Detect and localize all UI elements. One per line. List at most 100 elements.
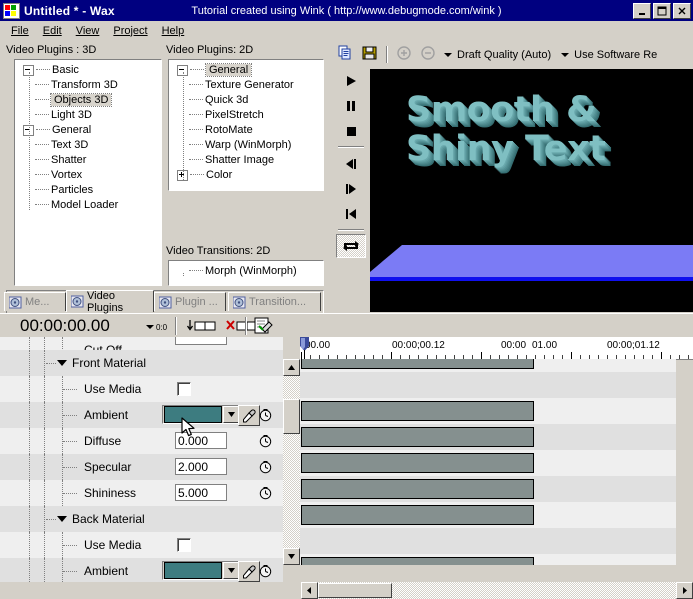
timecode-dropdown-caret-icon[interactable] <box>146 325 154 329</box>
track-back-use-media[interactable] <box>300 554 676 565</box>
tree-3d-item[interactable]: Light 3D <box>15 108 161 123</box>
insert-track-button[interactable] <box>186 317 220 335</box>
quality-dropdown-caret-icon[interactable] <box>444 52 452 57</box>
loop-toggle-button[interactable] <box>336 234 366 258</box>
tree-2d-item[interactable]: Shatter Image <box>169 153 323 168</box>
track-front-material[interactable] <box>300 372 676 398</box>
track-front-shininess[interactable] <box>300 502 676 528</box>
next-frame-button[interactable] <box>334 176 368 201</box>
prop-text-input[interactable]: 5.000 <box>175 484 227 501</box>
timeline-clip[interactable] <box>301 479 534 499</box>
stop-button[interactable] <box>334 118 368 143</box>
zoom-in-button[interactable] <box>392 43 416 66</box>
timeline-clip[interactable] <box>301 453 534 473</box>
tab-transitions[interactable]: Transition... <box>228 292 321 311</box>
prop-checkbox[interactable] <box>177 538 191 552</box>
eyedropper-button[interactable] <box>238 405 260 426</box>
tree-2d-item[interactable]: General <box>169 63 323 78</box>
tree-2d-item[interactable]: PixelStretch <box>169 108 323 123</box>
prop-text-input[interactable]: 0.000 <box>175 432 227 449</box>
playhead-marker[interactable] <box>300 337 311 359</box>
property-grid[interactable]: Cut Off Front Material Use Media Ambient Dif… <box>0 337 284 582</box>
tab-media[interactable]: Me... <box>4 292 66 311</box>
keyframe-stopwatch-button[interactable] <box>258 563 273 578</box>
menu-help[interactable]: Help <box>155 23 192 39</box>
tree-3d-item[interactable]: Basic <box>15 63 161 78</box>
tree-2d-item[interactable]: Color <box>169 168 323 183</box>
menu-view[interactable]: View <box>69 23 107 39</box>
track-properties-button[interactable] <box>254 317 274 335</box>
video-preview-area[interactable]: Smooth & Shiny Text <box>370 69 693 312</box>
prop-color-picker[interactable] <box>162 405 242 424</box>
tree-3d-item[interactable]: Particles <box>15 183 161 198</box>
video-transitions-2d-tree[interactable]: Morph (WinMorph) <box>168 260 324 286</box>
prop-row-front-use-media[interactable]: Use Media <box>0 376 283 402</box>
timeline-clip[interactable] <box>301 359 534 369</box>
menu-edit[interactable]: Edit <box>36 23 69 39</box>
tree-3d-item[interactable]: Transform 3D <box>15 78 161 93</box>
scroll-right-button[interactable] <box>676 582 693 599</box>
tree-2d-item[interactable]: RotoMate <box>169 123 323 138</box>
keyframe-stopwatch-button[interactable] <box>258 433 273 448</box>
timeline-tracks[interactable] <box>300 359 676 565</box>
keyframe-stopwatch-button[interactable] <box>258 459 273 474</box>
tree-2d-item[interactable]: Quick 3d <box>169 93 323 108</box>
video-plugins-2d-tree[interactable]: General Texture Generator Quick 3d PixelStr… <box>168 59 324 191</box>
prop-row-back-ambient[interactable]: Ambient <box>0 558 283 582</box>
close-icon[interactable] <box>673 3 691 19</box>
prop-row-front-material[interactable]: Front Material <box>0 350 283 376</box>
current-timecode[interactable]: 00:00:00.00 <box>20 316 110 336</box>
timeline-ruler[interactable]: 00.00 00:00;00.12 00:00 01.00 00:00;01.12 <box>300 337 693 360</box>
track-cut-off[interactable] <box>300 359 676 372</box>
tree-3d-item[interactable]: Objects 3D <box>15 93 161 108</box>
timeline-vertical-scrollbar[interactable] <box>283 359 300 565</box>
copy-frame-button[interactable] <box>334 43 358 66</box>
group-collapse-triangle-icon[interactable] <box>57 360 67 366</box>
prop-row-back-material[interactable]: Back Material <box>0 506 283 532</box>
tab-plugin[interactable]: Plugin ... <box>154 292 226 311</box>
timeline-horizontal-scrollbar[interactable] <box>301 582 693 599</box>
scroll-down-button[interactable] <box>283 548 300 565</box>
play-button[interactable] <box>334 68 368 93</box>
scroll-up-button[interactable] <box>283 359 300 376</box>
track-front-diffuse[interactable] <box>300 450 676 476</box>
prop-row-back-use-media[interactable]: Use Media <box>0 532 283 558</box>
prop-color-picker[interactable] <box>162 561 242 580</box>
video-plugins-3d-tree[interactable]: Basic Transform 3D Objects 3D Light 3D Gener… <box>14 59 162 286</box>
maximize-icon[interactable] <box>653 3 671 19</box>
goto-start-button[interactable] <box>334 201 368 226</box>
prop-text-input[interactable] <box>175 337 227 345</box>
prop-row-cut-off[interactable]: Cut Off <box>0 337 283 350</box>
tree-2d-item[interactable]: Texture Generator <box>169 78 323 93</box>
eyedropper-button[interactable] <box>238 561 260 582</box>
tab-video-plugins[interactable]: Video Plugins <box>66 290 154 314</box>
timeline-clip[interactable] <box>301 427 534 447</box>
track-back-material[interactable] <box>300 528 676 554</box>
timeline-clip[interactable] <box>301 557 534 565</box>
horizontal-scroll-thumb[interactable] <box>318 583 392 598</box>
tree-3d-item[interactable]: Text 3D <box>15 138 161 153</box>
track-front-use-media[interactable] <box>300 398 676 424</box>
prop-row-front-shininess[interactable]: Shininess 5.000 <box>0 480 283 506</box>
prop-row-front-diffuse[interactable]: Diffuse 0.000 <box>0 428 283 454</box>
color-swatch[interactable] <box>164 562 222 579</box>
menu-file[interactable]: File <box>4 23 36 39</box>
prop-text-input[interactable]: 2.000 <box>175 458 227 475</box>
tree-transition-item[interactable]: Morph (WinMorph) <box>169 264 323 279</box>
prop-row-front-specular[interactable]: Specular 2.000 <box>0 454 283 480</box>
tree-3d-item[interactable]: Model Loader <box>15 198 161 213</box>
renderer-dropdown-caret-icon[interactable] <box>561 52 570 57</box>
prop-row-front-ambient[interactable]: Ambient <box>0 402 283 428</box>
vertical-scroll-thumb[interactable] <box>283 399 300 434</box>
minimize-icon[interactable] <box>633 3 651 19</box>
group-collapse-triangle-icon[interactable] <box>57 516 67 522</box>
track-front-specular[interactable] <box>300 476 676 502</box>
renderer-dropdown[interactable]: Use Software Re <box>574 49 657 61</box>
tree-3d-item[interactable]: Shatter <box>15 153 161 168</box>
zoom-out-button[interactable] <box>416 43 440 66</box>
timeline-clip[interactable] <box>301 505 534 525</box>
tree-2d-item[interactable]: Warp (WinMorph) <box>169 138 323 153</box>
tree-3d-item[interactable]: General <box>15 123 161 138</box>
pause-button[interactable] <box>334 93 368 118</box>
quality-dropdown[interactable]: Draft Quality (Auto) <box>457 49 551 61</box>
